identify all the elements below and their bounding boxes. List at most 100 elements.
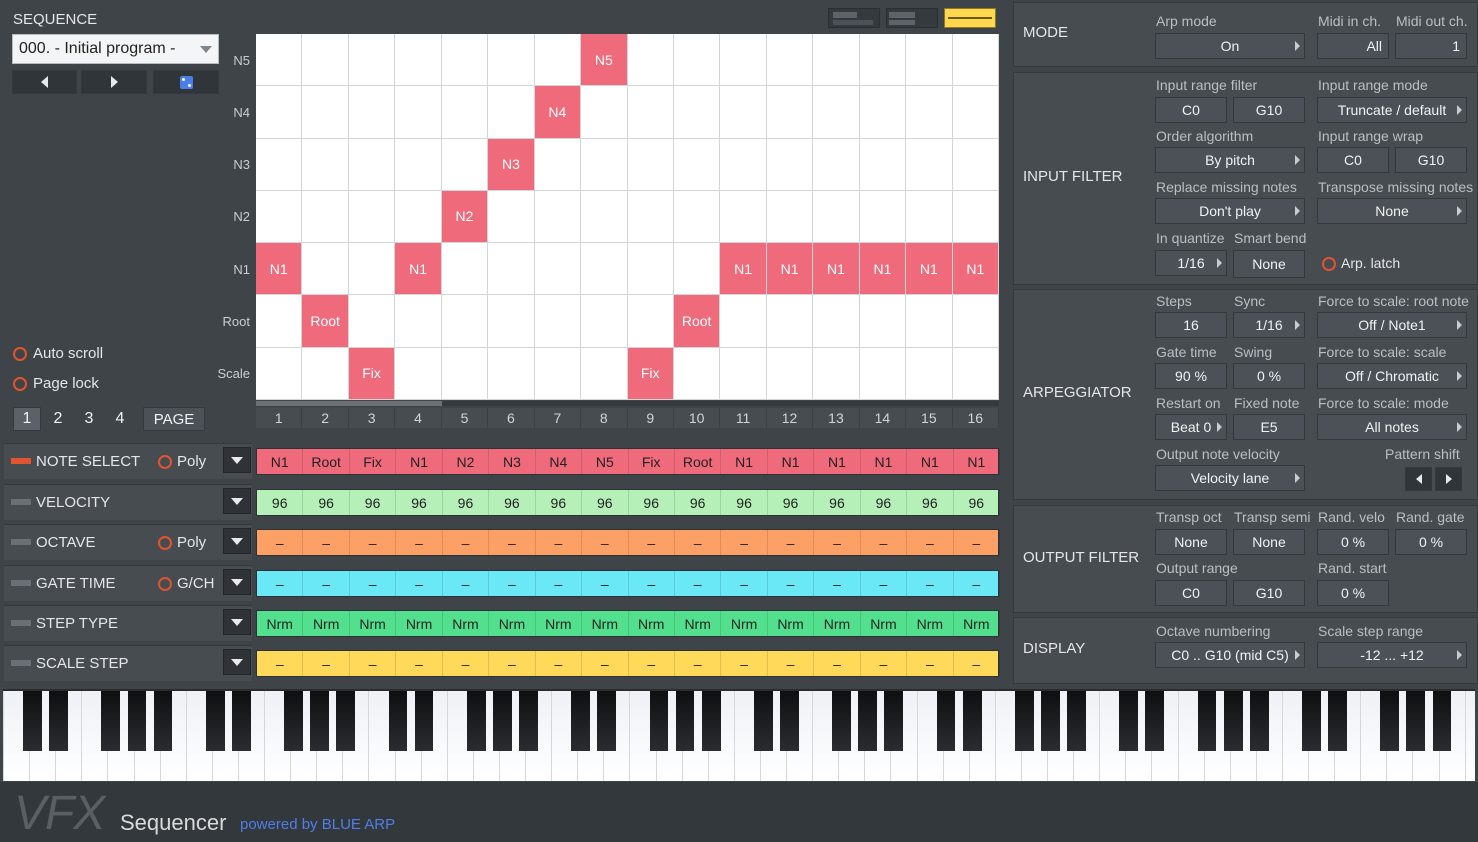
grid-note-step-8[interactable]: N5 [581, 34, 628, 87]
lane-dropdown-button[interactable] [223, 609, 251, 635]
white-key[interactable] [1360, 691, 1362, 781]
white-key[interactable] [264, 691, 265, 781]
black-key[interactable] [1406, 691, 1426, 751]
grid-cell[interactable] [906, 190, 953, 244]
black-key[interactable] [1067, 691, 1086, 751]
lane-cell[interactable]: – [861, 571, 908, 596]
black-key[interactable] [1119, 691, 1139, 751]
lane-dropdown-button[interactable] [223, 649, 251, 675]
grid-note-step-5[interactable]: N2 [441, 190, 489, 244]
lane-cell[interactable]: – [582, 571, 629, 596]
grid-cell[interactable] [952, 190, 999, 244]
lane-cell[interactable]: 96 [489, 490, 536, 515]
lane-cell[interactable]: Nrm [396, 611, 443, 636]
grid-cell[interactable] [395, 138, 442, 191]
lane-cell[interactable]: – [861, 530, 908, 555]
lane-cell[interactable]: – [629, 530, 675, 555]
input-wrap-low[interactable]: C0 [1317, 147, 1389, 173]
grid-cell[interactable] [488, 86, 535, 139]
black-key[interactable] [832, 691, 852, 751]
lane-cell[interactable]: 96 [861, 490, 908, 515]
lane-dropdown-button[interactable] [223, 528, 251, 554]
grid-cell[interactable] [256, 138, 303, 191]
grid-cell[interactable] [673, 86, 721, 139]
white-key[interactable] [368, 691, 370, 781]
lane-cell[interactable]: – [721, 571, 768, 596]
grid-cell[interactable] [534, 190, 582, 244]
page-button-1[interactable]: 1 [13, 407, 41, 431]
grid-cell[interactable] [906, 295, 953, 348]
lane-cell[interactable]: Nrm [907, 611, 954, 636]
lane-cell[interactable]: N1 [768, 449, 815, 474]
input-range-low[interactable]: C0 [1155, 97, 1227, 123]
white-key[interactable] [1177, 691, 1179, 781]
page-lock-checkbox[interactable] [13, 377, 27, 391]
next-program-button[interactable] [81, 70, 147, 94]
black-key[interactable] [336, 691, 356, 751]
lane-cell[interactable]: Nrm [954, 611, 1000, 636]
black-key[interactable] [1432, 691, 1452, 751]
grid-cell[interactable] [720, 347, 767, 400]
input-range-high[interactable]: G10 [1233, 97, 1305, 123]
output-range-low[interactable]: C0 [1155, 580, 1227, 606]
lane-cell[interactable]: Fix [350, 449, 397, 474]
program-select[interactable]: 000. - Initial program - [12, 34, 219, 64]
grid-cell[interactable] [859, 34, 907, 87]
black-key[interactable] [597, 691, 617, 751]
grid-cell[interactable] [952, 347, 999, 400]
black-key[interactable] [753, 691, 773, 751]
lane-cell[interactable]: – [303, 651, 350, 676]
lane-cell[interactable]: Nrm [768, 611, 815, 636]
lane-indicator[interactable] [11, 499, 31, 505]
lane-cell[interactable]: – [861, 651, 908, 676]
grid-cell[interactable] [581, 190, 628, 244]
grid-note-step-6[interactable]: N3 [488, 138, 535, 191]
black-key[interactable] [936, 691, 956, 751]
lane-cell[interactable]: 96 [582, 490, 629, 515]
lane-cell[interactable]: N1 [954, 449, 1000, 474]
lane-cell[interactable]: – [721, 651, 768, 676]
grid-cell[interactable] [348, 190, 396, 244]
grid-cell[interactable] [348, 34, 396, 87]
auto-scroll-checkbox[interactable] [13, 347, 27, 361]
view-mode-2-icon[interactable] [886, 8, 938, 28]
grid-cell[interactable] [488, 34, 535, 87]
grid-cell[interactable] [673, 138, 721, 191]
grid-cell[interactable] [627, 190, 674, 244]
black-key[interactable] [388, 691, 408, 751]
lane-cell[interactable]: – [350, 651, 397, 676]
white-key[interactable] [916, 691, 918, 781]
arp-latch-checkbox[interactable] [1322, 257, 1336, 271]
black-key[interactable] [519, 691, 538, 751]
grid-cell[interactable] [488, 347, 535, 400]
lane-cell[interactable]: Nrm [814, 611, 861, 636]
white-key[interactable] [1281, 691, 1283, 781]
lane-cell[interactable]: – [907, 651, 954, 676]
page-button-4[interactable]: 4 [106, 407, 134, 431]
grid-cell[interactable] [581, 86, 628, 139]
transp-semi-box[interactable]: None [1233, 529, 1305, 555]
rand-velo-box[interactable]: 0 % [1317, 529, 1389, 555]
lane-cell[interactable]: N1 [257, 449, 304, 474]
grid-cell[interactable] [395, 295, 442, 348]
grid-cell[interactable] [952, 138, 999, 191]
grid-cell[interactable] [256, 347, 303, 400]
grid-cell[interactable] [766, 295, 814, 348]
black-key[interactable] [1223, 691, 1243, 751]
black-key[interactable] [466, 691, 486, 751]
grid-cell[interactable] [348, 295, 396, 348]
grid-cell[interactable] [256, 295, 303, 348]
grid-cell[interactable] [766, 190, 814, 244]
grid-cell[interactable] [673, 347, 721, 400]
grid-note-step-7[interactable]: N4 [534, 86, 582, 139]
grid-cell[interactable] [441, 34, 489, 87]
black-key[interactable] [231, 691, 251, 751]
lane-values-note-select[interactable]: N1 Root Fix N1 N2 N3 N4 N5 Fix Root N1 N1 N1 N1 N1 N1 [256, 448, 1000, 475]
grid-cell[interactable] [395, 347, 442, 400]
lane-cell[interactable]: 96 [675, 490, 722, 515]
piano-keyboard[interactable] [3, 689, 1475, 781]
grid-cell[interactable] [488, 243, 535, 296]
black-key[interactable] [1145, 691, 1165, 751]
smart-bend-select[interactable]: None [1233, 250, 1305, 278]
grid-cell[interactable] [766, 138, 814, 191]
